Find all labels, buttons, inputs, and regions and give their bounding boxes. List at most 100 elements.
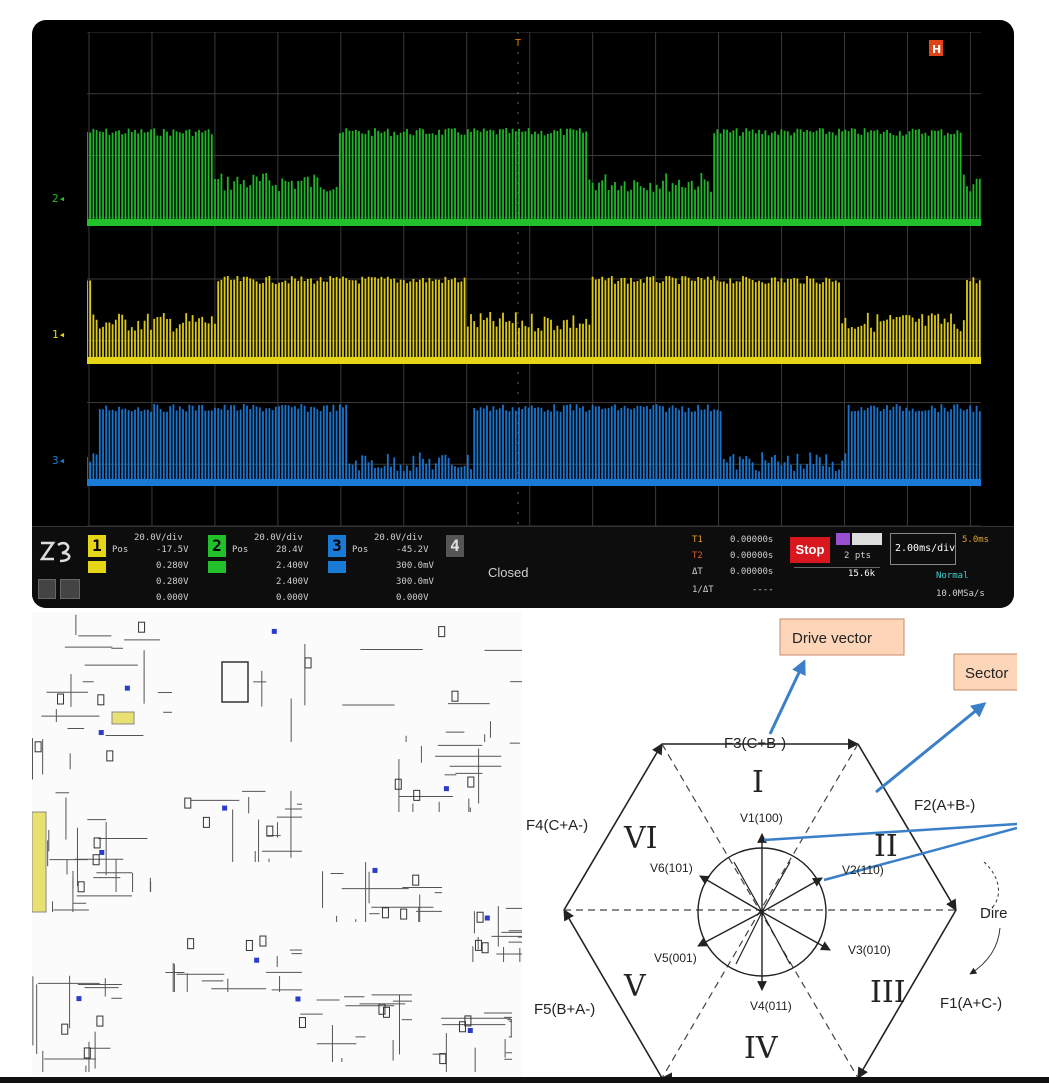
channel-1-row4: 0.000V	[156, 593, 189, 603]
trigger-marker: T	[515, 38, 521, 49]
vector-v5-label: V5(001)	[654, 951, 697, 965]
cursor-t2-label: T2	[692, 551, 703, 561]
channel-3-row4: 0.000V	[396, 593, 429, 603]
sector-arrow	[875, 702, 987, 794]
edge-f1-label: F1(A+C-)	[940, 995, 1002, 1012]
cursor-t1-value: 0.00000s	[730, 535, 774, 545]
vector-v6	[699, 875, 763, 913]
channel-3-coupling-icon	[328, 561, 346, 573]
channel-2-row2: 2.400V	[276, 561, 309, 571]
h-marker: H	[932, 43, 941, 56]
sector-vi-label: VI	[623, 821, 658, 856]
channel-1-pos-label: Pos	[112, 545, 129, 555]
bottom-edge	[0, 1077, 1049, 1083]
channel-1-coupling-icon	[88, 561, 106, 573]
schematic-block	[32, 727, 152, 892]
schematic-block	[33, 819, 132, 912]
brand-logo	[38, 535, 82, 565]
cursor-freq-label: 1/ΔT	[692, 585, 714, 595]
edge-f5	[563, 909, 663, 1079]
connector-block	[31, 811, 47, 913]
schematic-block	[184, 790, 302, 862]
channel-2-row4: 0.000V	[276, 593, 309, 603]
spoke-c	[735, 911, 763, 965]
channel-3-marker: 3◂	[52, 454, 66, 467]
trace-ch2	[86, 128, 981, 226]
save-icon[interactable]	[38, 579, 56, 599]
schematic-block	[432, 1012, 512, 1072]
channel-2-scale: 20.0V/div	[254, 533, 303, 543]
waveform-svg: T H	[86, 31, 981, 527]
vector-v3-label: V3(010)	[848, 943, 891, 957]
edge-f3-label: F3(C+B-)	[724, 735, 786, 752]
acq-points: 2 pts	[844, 551, 872, 561]
hexagon-svg: Drive vector Sector F3(C+B-) F2(A+B-) F4…	[526, 618, 1025, 1084]
acq-divider	[794, 567, 880, 568]
schematic-block	[472, 906, 522, 962]
acq-mode-icon	[836, 533, 850, 545]
vector-v2-label: V2(110)	[842, 863, 884, 877]
channel-1-row2: 0.280V	[156, 561, 189, 571]
channel-4-number: 4	[446, 535, 464, 557]
schematic-block	[253, 626, 522, 742]
channel-2-pos-value: 28.4V	[276, 545, 304, 555]
drive-vector-arrow	[768, 659, 806, 735]
channel-3-pos-value: -45.2V	[396, 545, 429, 555]
channel-1-row3: 0.280V	[156, 577, 189, 587]
trace-ch3	[86, 404, 981, 486]
sector-iv-label: IV	[744, 1031, 779, 1066]
trigger-mode: Normal	[936, 571, 969, 581]
schematic-block	[295, 994, 412, 1062]
timebase: 2.00ms/div	[895, 543, 956, 554]
cursor-t2-value: 0.00000s	[730, 551, 774, 561]
ic-chip	[221, 661, 249, 703]
vector-v4-label: V4(011)	[750, 999, 792, 1013]
channel-3-panel[interactable]: 3 20.0V/div Pos -45.2V 300.0mV 300.0mV 0…	[328, 531, 446, 607]
component-block	[111, 711, 135, 725]
edge-f5-label: F5(B+A-)	[534, 1001, 595, 1018]
cursor-t1-label: T1	[692, 535, 703, 545]
channel-3-row3: 300.0mV	[396, 577, 434, 587]
acq-bar	[852, 533, 882, 545]
channel-2-number: 2	[208, 535, 226, 557]
channel-1-scale: 20.0V/div	[134, 533, 183, 543]
channel-2-marker: 2◂	[52, 192, 66, 205]
usb-icon[interactable]	[60, 579, 80, 599]
vector-v1-label: V1(100)	[740, 811, 783, 825]
channel-3-scale: 20.0V/div	[374, 533, 423, 543]
sector-label: Sector	[965, 665, 1008, 682]
edge-f4-label: F4(C+A-)	[526, 817, 588, 834]
space-vector-diagram: Drive vector Sector F3(C+B-) F2(A+B-) F4…	[524, 612, 1025, 1084]
channel-2-row3: 2.400V	[276, 577, 309, 587]
vector-v5	[697, 911, 763, 947]
oscilloscope-screenshot: T H 2◂ 1◂ 3◂ 1 20.0V/div Pos -17.5V 0.28…	[32, 20, 1014, 608]
sample-rate: 10.0MSa/s	[936, 589, 985, 599]
schematic-svg	[31, 614, 522, 1072]
sector-ii-label: II	[874, 829, 898, 864]
sector-iii-label: III	[870, 975, 906, 1010]
edge-f2-label: F2(A+B-)	[914, 797, 975, 814]
channel-1-marker: 1◂	[52, 328, 66, 341]
acq-value: 15.6k	[848, 569, 876, 579]
vector-v6-label: V6(101)	[650, 861, 693, 875]
trigger-pos: 5.0ms	[962, 535, 990, 545]
schematic-block	[41, 614, 172, 722]
channel-3-pos-label: Pos	[352, 545, 369, 555]
circuit-schematic	[31, 612, 522, 1080]
channel-2-panel[interactable]: 2 20.0V/div Pos 28.4V 2.400V 2.400V 0.00…	[208, 531, 326, 607]
run-stop-button[interactable]: Stop	[790, 537, 830, 563]
timebase-box[interactable]: 2.00ms/div	[890, 533, 956, 565]
cursor-freq-value: ----	[752, 585, 774, 595]
waveform-traces	[86, 128, 981, 486]
sector-v-label: V	[623, 969, 647, 1004]
channel-1-number: 1	[88, 535, 106, 557]
channel-2-coupling-icon	[208, 561, 226, 573]
scope-status-bar: 1 20.0V/div Pos -17.5V 0.280V 0.280V 0.0…	[32, 526, 1014, 608]
direction-label: Dire	[980, 905, 1008, 922]
direction-arrow	[969, 927, 1001, 975]
cursor-dt-label: ΔT	[692, 567, 703, 577]
cursor-dt-value: 0.00000s	[730, 567, 774, 577]
sector-i-label: I	[752, 765, 764, 800]
channel-1-panel[interactable]: 1 20.0V/div Pos -17.5V 0.280V 0.280V 0.0…	[88, 531, 206, 607]
schematic-block	[32, 975, 122, 1072]
